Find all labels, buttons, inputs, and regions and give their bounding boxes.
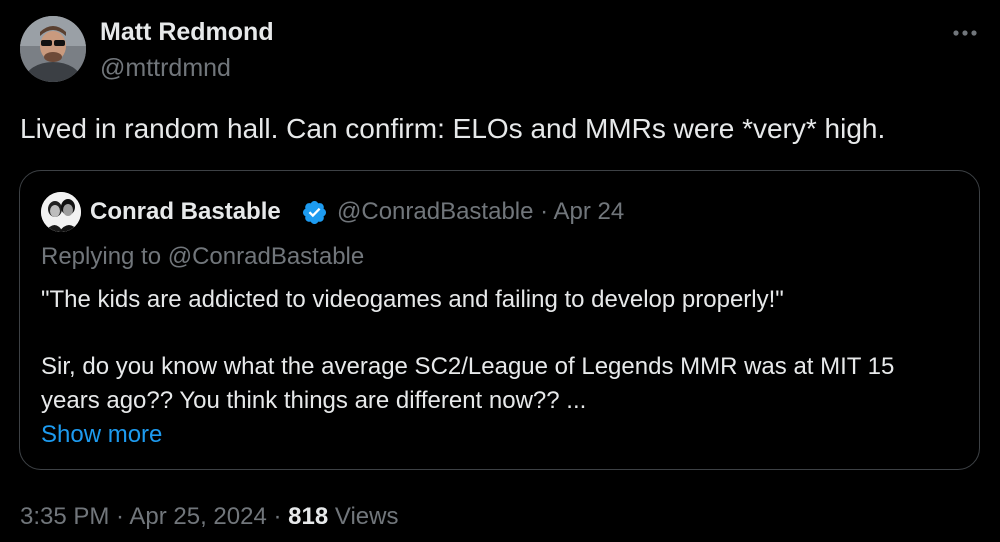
quoted-author-name[interactable]: Conrad Bastable [90,198,281,226]
quoted-handle-date[interactable]: @ConradBastable · Apr 24 [337,198,624,226]
tweet-footer: 3:35 PM · Apr 25, 2024 · 818 Views [20,503,398,531]
quoted-author-avatar[interactable] [41,192,81,232]
quoted-author-avatar-image [41,192,81,232]
verified-badge-icon [302,200,327,225]
timestamp[interactable]: 3:35 PM · Apr 25, 2024 · [20,503,288,530]
quoted-text-line: Sir, do you know what the average SC2/Le… [41,353,895,380]
author-avatar-image [20,16,86,82]
more-horizontal-icon [953,30,977,36]
author-handle[interactable]: @mttrdmnd [100,54,231,83]
show-more-link[interactable]: Show more [41,421,162,449]
quoted-text-line: "The kids are addicted to videogames and… [41,286,784,313]
replying-to-label: Replying to @ConradBastable [41,243,365,270]
views-label: Views [328,503,399,530]
tweet-text: Lived in random hall. Can confirm: ELOs … [20,113,886,144]
author-name[interactable]: Matt Redmond [100,18,274,47]
quoted-text-line: years ago?? You think things are differe… [41,387,587,414]
tweet: Matt Redmond @mttrdmnd Lived in random h… [0,0,1000,542]
views-count: 818 [288,503,329,530]
more-options-button[interactable] [950,18,980,48]
author-avatar[interactable] [20,16,86,82]
quoted-tweet-card[interactable]: Conrad Bastable @ConradBastable · Apr 24… [19,170,980,470]
